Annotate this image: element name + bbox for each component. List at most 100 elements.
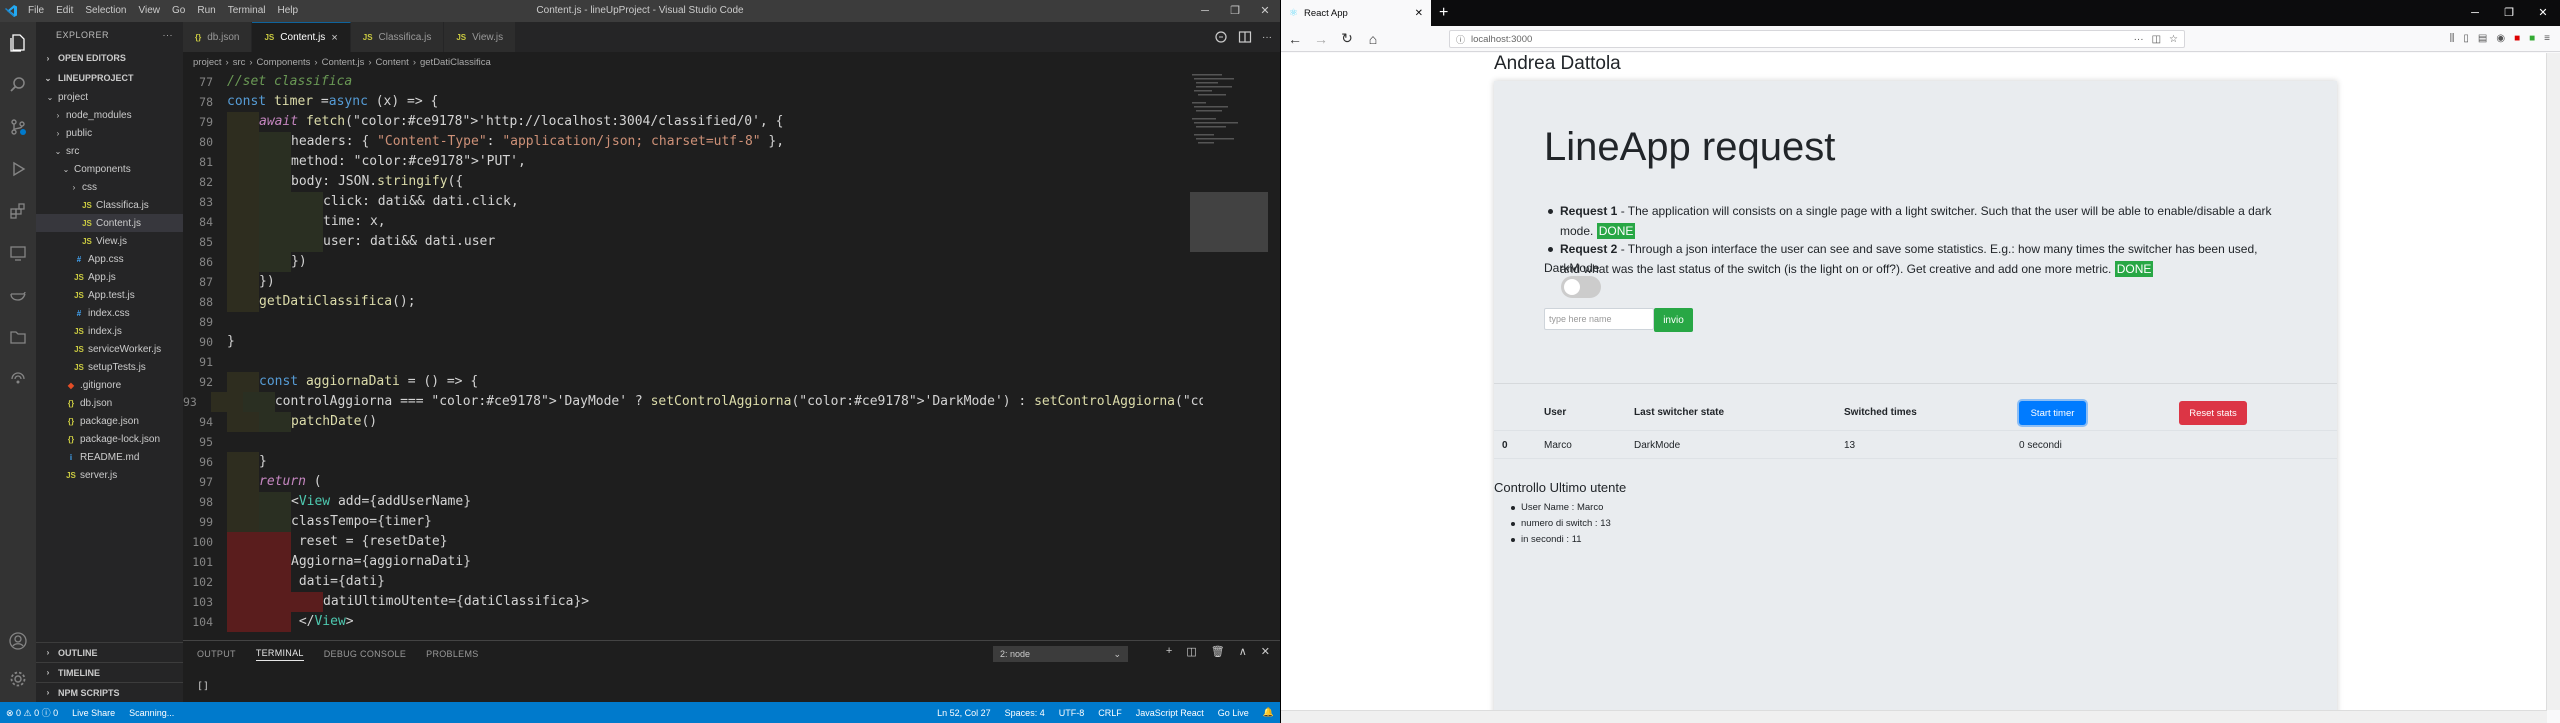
terminal-prompt[interactable]: []: [197, 681, 209, 692]
tree-item[interactable]: JS server.js: [36, 466, 183, 484]
tree-item[interactable]: › node_modules: [36, 106, 183, 124]
page-actions-icon[interactable]: ···: [2134, 34, 2144, 45]
minimap[interactable]: [1190, 72, 1268, 634]
tree-item[interactable]: ⌄ project: [36, 88, 183, 106]
breadcrumb-item[interactable]: src: [233, 57, 246, 68]
split-editor-icon[interactable]: [1238, 30, 1252, 44]
status-item[interactable]: UTF-8: [1059, 708, 1085, 718]
status-item[interactable]: Live Share: [72, 708, 115, 718]
code-line[interactable]: 87 }): [183, 272, 1203, 292]
library-icon[interactable]: ⫼: [2450, 33, 2455, 44]
new-tab-icon[interactable]: +: [1431, 4, 1456, 22]
maximize-icon[interactable]: ❐: [2492, 0, 2526, 26]
account-icon[interactable]: ◉: [2496, 33, 2505, 44]
vertical-scrollbar[interactable]: [2546, 53, 2560, 710]
reload-icon[interactable]: ↻: [1339, 30, 1355, 47]
tree-item[interactable]: i README.md: [36, 448, 183, 466]
status-item[interactable]: Ln 52, Col 27: [937, 708, 991, 718]
tree-item[interactable]: JS Classifica.js: [36, 196, 183, 214]
darkmode-toggle[interactable]: [1561, 276, 1601, 298]
open-changes-icon[interactable]: [1214, 30, 1228, 44]
info-icon[interactable]: ⓘ: [1456, 33, 1465, 46]
code-line[interactable]: 84 time: x,: [183, 212, 1203, 232]
tree-item[interactable]: JS App.js: [36, 268, 183, 286]
maximize-panel-icon[interactable]: ∧: [1239, 645, 1247, 658]
run-debug-icon[interactable]: [0, 148, 36, 190]
start-timer-button[interactable]: Start timer: [2019, 401, 2086, 425]
code-line[interactable]: 90}: [183, 332, 1203, 352]
code-line[interactable]: 103 datiUltimoUtente={datiClassifica}>: [183, 592, 1203, 612]
status-item[interactable]: Spaces: 4: [1005, 708, 1045, 718]
tree-item[interactable]: › public: [36, 124, 183, 142]
live-share-icon[interactable]: [0, 358, 36, 400]
code-line[interactable]: 88 getDatiClassifica();: [183, 292, 1203, 312]
panel-tab-problems[interactable]: PROBLEMS: [426, 649, 478, 659]
code-line[interactable]: 96 }: [183, 452, 1203, 472]
code-editor[interactable]: 77 //set classifica 78 const timer =async (…: [183, 72, 1203, 634]
tree-item[interactable]: {} package-lock.json: [36, 430, 183, 448]
address-bar[interactable]: ⓘ localhost:3000 ··· ◫ ☆: [1449, 30, 2185, 48]
back-icon[interactable]: ←: [1287, 31, 1303, 47]
status-item[interactable]: ⊗ 0 ⚠ 0 ⓘ 0: [6, 706, 58, 719]
horizontal-scrollbar[interactable]: [1281, 710, 2547, 723]
minimize-icon[interactable]: ─: [2458, 0, 2492, 26]
sidebar-section-timeline[interactable]: › TIMELINE: [36, 662, 183, 682]
tree-item[interactable]: JS index.js: [36, 322, 183, 340]
maximize-icon[interactable]: ❐: [1220, 0, 1250, 22]
browser-tab[interactable]: ⚛ React App ✕: [1281, 0, 1431, 26]
tree-item[interactable]: ⌄ Components: [36, 160, 183, 178]
trash-icon[interactable]: 🗑: [1211, 645, 1225, 658]
status-item[interactable]: CRLF: [1098, 708, 1122, 718]
search-icon[interactable]: [0, 64, 36, 106]
panel-tab-terminal[interactable]: TERMINAL: [255, 648, 304, 661]
tree-item[interactable]: › css: [36, 178, 183, 196]
code-line[interactable]: 94 patchDate(): [183, 412, 1203, 432]
tree-item[interactable]: JS serviceWorker.js: [36, 340, 183, 358]
pocket-icon[interactable]: ◫: [2152, 34, 2161, 45]
menu-go[interactable]: Go: [166, 0, 191, 22]
menu-run[interactable]: Run: [191, 0, 221, 22]
tree-item[interactable]: JS View.js: [36, 232, 183, 250]
close-tab-icon[interactable]: ×: [331, 32, 337, 44]
tree-item[interactable]: ⌄ src: [36, 142, 183, 160]
more-actions-icon[interactable]: ···: [1262, 32, 1272, 43]
menu-icon[interactable]: ≡: [2544, 33, 2550, 44]
tab-classifica-js[interactable]: JS Classifica.js: [350, 22, 445, 52]
invio-button[interactable]: invio: [1654, 308, 1693, 332]
tab-db-json[interactable]: {} db.json: [183, 22, 253, 52]
terminal-select[interactable]: 2: node ⌄: [993, 646, 1128, 662]
tree-item[interactable]: JS Content.js: [36, 214, 183, 232]
panel-tab-debug-console[interactable]: DEBUG CONSOLE: [324, 649, 406, 659]
code-line[interactable]: 83 click: dati&& dati.click,: [183, 192, 1203, 212]
code-line[interactable]: 78 const timer =async (x) => {: [183, 92, 1203, 112]
tree-item[interactable]: {} package.json: [36, 412, 183, 430]
split-terminal-icon[interactable]: ◫: [1186, 645, 1196, 658]
code-line[interactable]: 102 dati={dati}: [183, 572, 1203, 592]
project-section[interactable]: ⌄ LINEUPPROJECT: [36, 68, 183, 88]
code-line[interactable]: 93 controlAggiorna === "color:#ce9178">'…: [183, 392, 1203, 412]
status-item[interactable]: Go Live: [1218, 708, 1249, 718]
close-tab-icon[interactable]: ✕: [1415, 8, 1423, 19]
remote-explorer-icon[interactable]: [0, 232, 36, 274]
extension-icon[interactable]: ■: [2514, 33, 2520, 44]
settings-gear-icon[interactable]: [0, 658, 36, 700]
forward-icon[interactable]: →: [1313, 31, 1329, 47]
open-editors-section[interactable]: › OPEN EDITORS: [36, 48, 183, 68]
more-actions-icon[interactable]: ···: [163, 30, 174, 40]
menu-help[interactable]: Help: [272, 0, 305, 22]
tree-item[interactable]: # App.css: [36, 250, 183, 268]
close-panel-icon[interactable]: ✕: [1261, 645, 1270, 658]
bell-icon[interactable]: 🔔: [1263, 707, 1274, 718]
code-line[interactable]: 100 reset = {resetDate}: [183, 532, 1203, 552]
status-item[interactable]: JavaScript React: [1136, 708, 1204, 718]
menu-selection[interactable]: Selection: [79, 0, 132, 22]
code-line[interactable]: 92 const aggiornaDati = () => {: [183, 372, 1203, 392]
docker-icon[interactable]: [0, 274, 36, 316]
reader-icon[interactable]: ▤: [2478, 33, 2487, 44]
code-line[interactable]: 85 user: dati&& dati.user: [183, 232, 1203, 252]
menu-file[interactable]: File: [22, 0, 50, 22]
source-control-icon[interactable]: [0, 106, 36, 148]
code-line[interactable]: 82 body: JSON.stringify({: [183, 172, 1203, 192]
status-item[interactable]: Scanning...: [129, 708, 174, 718]
code-line[interactable]: 79 await fetch("color:#ce9178">'http://l…: [183, 112, 1203, 132]
